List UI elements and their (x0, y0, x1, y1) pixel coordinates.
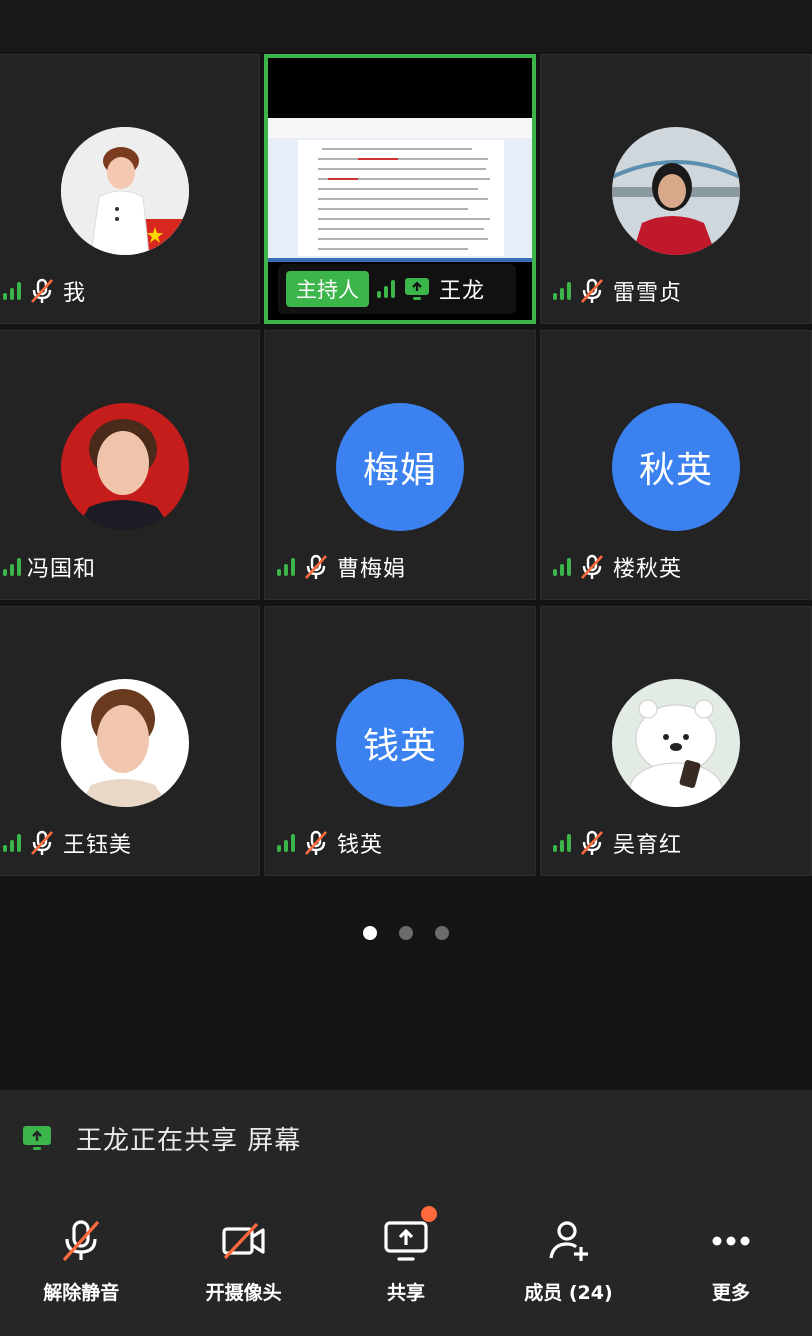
participant-name: 钱英 (337, 833, 384, 858)
mic-muted-icon (577, 552, 607, 582)
avatar (612, 127, 740, 255)
host-badge: 主持人 (286, 271, 369, 307)
shared-document (298, 140, 504, 256)
participant-info: 钱英 (277, 825, 383, 861)
participant-name: 吴育红 (613, 833, 683, 858)
screen-share-icon (22, 1123, 52, 1153)
screen-share-icon (384, 1221, 428, 1261)
camera-off-icon (222, 1222, 265, 1260)
mic-muted-icon (577, 828, 607, 858)
signal-strength-icon (553, 558, 571, 576)
host-label: 主持人 王龙 (278, 264, 516, 314)
more-label: 更多 (711, 1282, 750, 1304)
avatar: 秋英 (612, 403, 740, 531)
top-bar (0, 0, 812, 52)
participant-name: 楼秋英 (613, 557, 683, 582)
camera-label: 开摄像头 (205, 1282, 282, 1304)
avatar (612, 679, 740, 807)
unmute-label: 解除静音 (43, 1282, 120, 1304)
participant-info: 雷雪贞 (553, 273, 682, 309)
participant-name: 雷雪贞 (613, 281, 683, 306)
participant-tile[interactable]: 秋英 楼秋英 (540, 330, 812, 600)
members-button[interactable]: 成员 (24) (487, 1186, 649, 1336)
page-dot-active[interactable] (363, 926, 377, 940)
avatar: 钱英 (336, 679, 464, 807)
unmute-button[interactable]: 解除静音 (0, 1186, 162, 1336)
mic-muted-icon (27, 276, 57, 306)
more-button[interactable]: 更多 (650, 1186, 812, 1336)
participant-grid: 我 主持人 王龙 雷雪贞 冯国和 梅娟 曹梅娟 秋英 楼秋英 王钰美 钱英 钱英… (0, 54, 812, 878)
participant-tile[interactable]: 钱英 钱英 (264, 606, 536, 876)
host-tile-screen-share[interactable]: 主持人 王龙 (264, 54, 536, 324)
signal-strength-icon (277, 834, 295, 852)
participant-tile[interactable]: 梅娟 曹梅娟 (264, 330, 536, 600)
signal-strength-icon (3, 558, 21, 576)
signal-strength-icon (3, 282, 21, 300)
page-indicator[interactable] (0, 926, 812, 940)
participant-tile[interactable]: 吴育红 (540, 606, 812, 876)
participant-name: 王钰美 (63, 833, 133, 858)
signal-strength-icon (277, 558, 295, 576)
participant-name: 我 (63, 281, 87, 306)
participant-tile[interactable]: 我 (0, 54, 260, 324)
mic-muted-icon (27, 828, 57, 858)
notification-dot (420, 1206, 437, 1222)
participant-info: 冯国和 (3, 549, 96, 585)
participant-info: 曹梅娟 (277, 549, 406, 585)
mic-muted-icon (301, 828, 331, 858)
avatar (61, 403, 189, 531)
screen-share-icon (403, 275, 431, 303)
signal-strength-icon (553, 834, 571, 852)
participant-name: 曹梅娟 (337, 557, 407, 582)
signal-strength-icon (377, 280, 395, 298)
participant-name: 王龙 (439, 279, 486, 304)
members-label: 成员 (24) (524, 1282, 613, 1304)
add-member-icon (549, 1221, 589, 1261)
participant-info: 我 (3, 273, 86, 309)
mic-muted-icon (577, 276, 607, 306)
more-dots-icon (712, 1236, 750, 1246)
signal-strength-icon (3, 834, 21, 852)
avatar (61, 127, 189, 255)
share-banner-text: 王龙正在共享 屏幕 (76, 1125, 302, 1156)
page-dot[interactable] (435, 926, 449, 940)
participant-info: 楼秋英 (553, 549, 682, 585)
avatar: 梅娟 (336, 403, 464, 531)
mic-muted-icon (63, 1220, 100, 1262)
participant-info: 王钰美 (3, 825, 132, 861)
screen-share-banner[interactable]: 王龙正在共享 屏幕 (0, 1090, 812, 1186)
bottom-toolbar: 解除静音 开摄像头 共享 成员 (24) 更多 (0, 1186, 812, 1336)
shared-screen-preview (268, 118, 532, 262)
camera-button[interactable]: 开摄像头 (162, 1186, 324, 1336)
page-dot[interactable] (399, 926, 413, 940)
mic-muted-icon (301, 552, 331, 582)
participant-info: 吴育红 (553, 825, 682, 861)
participant-tile[interactable]: 王钰美 (0, 606, 260, 876)
avatar (61, 679, 189, 807)
share-label: 共享 (387, 1282, 426, 1304)
participant-tile[interactable]: 雷雪贞 (540, 54, 812, 324)
signal-strength-icon (553, 282, 571, 300)
share-button[interactable]: 共享 (325, 1186, 487, 1336)
participant-name: 冯国和 (27, 557, 97, 582)
participant-tile[interactable]: 冯国和 (0, 330, 260, 600)
